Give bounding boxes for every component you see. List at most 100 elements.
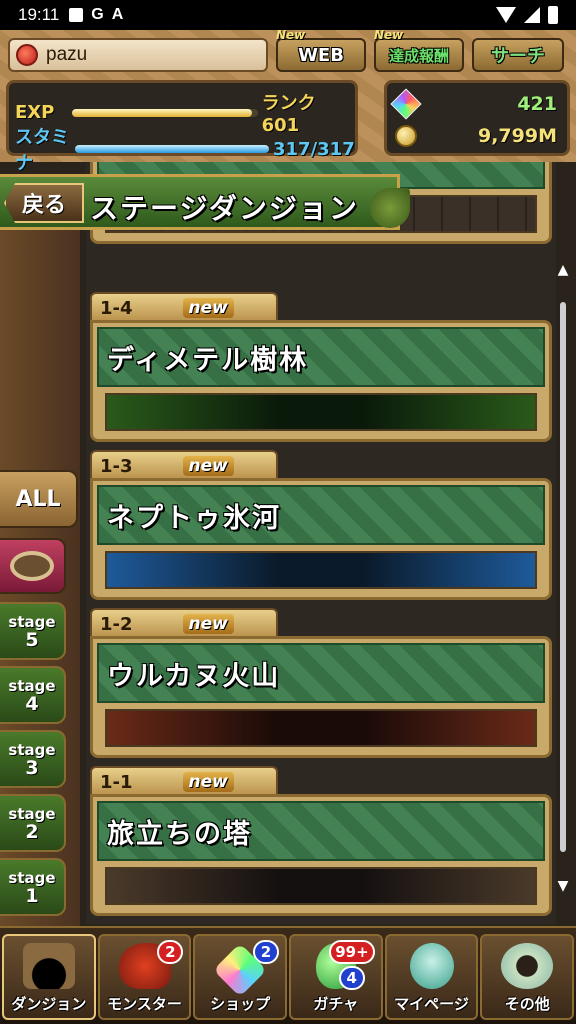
dungeon-name: 旅立ちの塔: [107, 818, 252, 850]
nav-monster[interactable]: 2 モンスター: [97, 934, 192, 1020]
search-button-label: サーチ: [491, 46, 545, 67]
nav-shop[interactable]: 2 ショップ: [193, 934, 288, 1020]
status-time: 19:11: [18, 5, 60, 24]
filter-all-button[interactable]: ALL: [0, 470, 78, 528]
nav-label: ダンジョン: [11, 995, 87, 1013]
magic-stone-count: 421: [517, 93, 557, 115]
scroll-up-arrow-icon[interactable]: ▲: [556, 262, 570, 278]
dungeon-card-body: ネプトゥ氷河: [90, 478, 552, 600]
exp-label: EXP: [15, 102, 55, 123]
nav-label: マイページ: [394, 995, 469, 1013]
dungeon-card-body: ウルカヌ火山: [90, 636, 552, 758]
stage-tab-4[interactable]: stage 4: [0, 666, 66, 724]
stage-tab-number: 2: [25, 820, 39, 843]
wifi-icon: [496, 7, 516, 23]
scroll-track[interactable]: [560, 302, 566, 852]
stamina-bar: [75, 145, 269, 153]
coin-row: 9,799M: [395, 125, 557, 147]
nav-mypage[interactable]: マイページ: [384, 934, 479, 1020]
magic-stone-row: 421: [390, 88, 557, 120]
notification-badge: 99+: [329, 940, 375, 964]
gallery-notification-icon: [69, 8, 84, 22]
page-header: 戻る ステージダンジョン: [0, 174, 400, 230]
list-scrollbar[interactable]: ▲ ▼: [556, 262, 570, 902]
dungeon-name: ネプトゥ氷河: [107, 502, 281, 534]
achievement-reward-button[interactable]: New 達成報酬: [374, 28, 464, 72]
dungeon-card-title-area: ディメテル樹林: [97, 327, 545, 387]
stamina-label: スタミナ: [15, 127, 69, 174]
dungeon-id: 1-1: [100, 771, 133, 793]
stage-tab-number: 3: [25, 756, 39, 779]
stage-tab-number: 4: [25, 692, 39, 715]
other-icon: [501, 943, 554, 989]
nav-gacha[interactable]: 99+ 4 ガチャ: [289, 934, 383, 1020]
stage-tab-number: 5: [25, 628, 39, 651]
stage-tab-1[interactable]: stage 1: [0, 858, 66, 916]
nav-label: ショップ: [210, 995, 271, 1013]
dragon-ornament-icon: [370, 188, 410, 228]
coliseum-icon: [10, 551, 54, 581]
mypage-character-icon: [409, 943, 454, 989]
notification-badge: 2: [157, 940, 184, 964]
back-button[interactable]: 戻る: [4, 183, 84, 223]
battery-icon: [548, 6, 558, 24]
stamina-value: 317/317: [273, 138, 355, 160]
player-avatar-icon: [16, 44, 38, 66]
status-bar: 19:11 G A: [0, 0, 576, 30]
dungeon-name: ウルカヌ火山: [107, 660, 281, 692]
dungeon-card-tab: 1-4 new: [90, 292, 278, 322]
page-title: ステージダンジョン: [90, 192, 359, 225]
notification-badge-secondary: 4: [338, 966, 365, 990]
coin-icon: [395, 125, 417, 147]
dungeon-card-tab: 1-2 new: [90, 608, 278, 638]
dungeon-name: ディメテル樹林: [107, 344, 309, 376]
exp-bar-fill: [72, 108, 253, 117]
stage-tab-word: stage: [8, 676, 56, 695]
scroll-down-arrow-icon[interactable]: ▼: [556, 878, 570, 894]
fire-scene-image: [105, 709, 537, 747]
stage-tab-word: stage: [8, 740, 56, 759]
ice-scene-image: [105, 551, 537, 589]
dungeon-card-tab: 1-1 new: [90, 766, 278, 796]
new-badge: new: [182, 456, 234, 476]
dungeon-id: 1-3: [100, 455, 133, 477]
nav-label: モンスター: [107, 995, 182, 1013]
new-tag: New: [276, 28, 306, 42]
dungeon-id: 1-4: [100, 297, 133, 319]
dungeon-gate-icon: [22, 943, 75, 989]
stage-tab-number: 1: [25, 884, 39, 907]
player-name-bar[interactable]: pazu: [8, 38, 268, 72]
nav-other[interactable]: その他: [480, 934, 575, 1020]
bottom-navigation: ダンジョン 2 モンスター 2 ショップ 99+ 4 ガチャ マイページ その他: [0, 926, 576, 1024]
magic-stone-icon: [390, 88, 422, 120]
web-button-label: WEB: [298, 44, 344, 66]
dungeon-list[interactable]: 1-4 new ディメテル樹林 1-3 new ネプトゥ氷河 1-2 new ウ…: [86, 162, 556, 924]
stage-tab-word: stage: [8, 868, 56, 887]
new-badge: new: [182, 614, 234, 634]
nav-label: その他: [504, 995, 550, 1013]
new-tag: New: [374, 28, 404, 42]
web-button[interactable]: New WEB: [276, 28, 366, 72]
filter-coliseum-button[interactable]: [0, 538, 66, 594]
app-notification-icon: A: [111, 6, 124, 23]
stamina-bar-fill: [75, 145, 269, 153]
stage-tab-5[interactable]: stage 5: [0, 602, 66, 660]
new-badge: new: [182, 772, 234, 792]
player-hud: pazu New WEB New 達成報酬 サーチ EXP ランク 601 スタ…: [0, 28, 576, 174]
resources-panel: 421 9,799M: [384, 80, 570, 156]
forest-scene-image: [105, 393, 537, 431]
achievement-button-label: 達成報酬: [388, 46, 449, 65]
nav-label: ガチャ: [313, 995, 359, 1013]
dungeon-card-title-area: 旅立ちの塔: [97, 801, 545, 861]
stage-tab-2[interactable]: stage 2: [0, 794, 66, 852]
signal-icon: [524, 7, 540, 23]
dungeon-card-tab: 1-3 new: [90, 450, 278, 480]
nav-dungeon[interactable]: ダンジョン: [2, 934, 96, 1020]
stage-tab-word: stage: [8, 804, 56, 823]
dungeon-card-title-area: ウルカヌ火山: [97, 643, 545, 703]
search-button[interactable]: サーチ: [472, 38, 564, 72]
stage-tab-3[interactable]: stage 3: [0, 730, 66, 788]
stage-tab-word: stage: [8, 612, 56, 631]
google-notification-icon: G: [91, 6, 104, 23]
coin-count: 9,799M: [477, 125, 557, 147]
